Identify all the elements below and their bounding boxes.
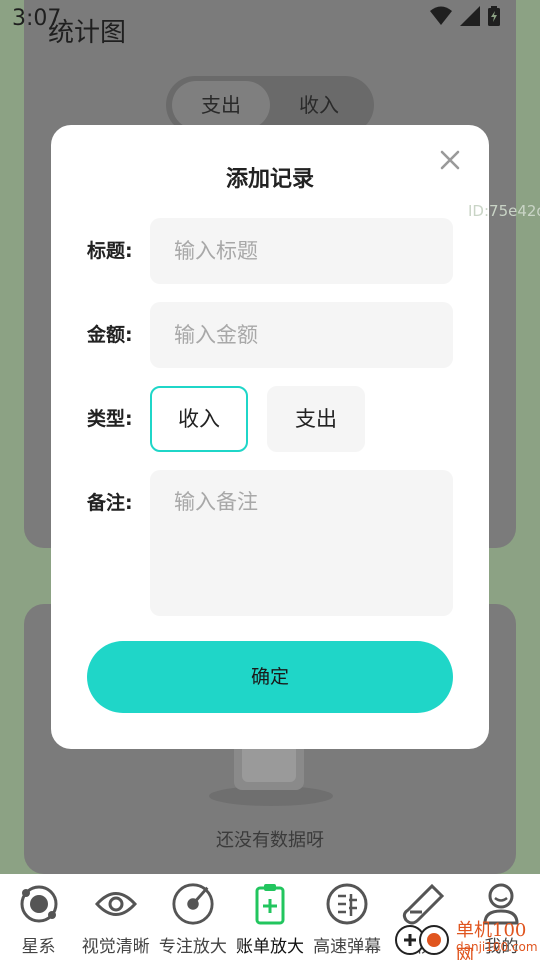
note-input[interactable]: [150, 470, 453, 616]
add-record-dialog: 添加记录 标题: 金额: 类型: 收入 支出 备注: 确定: [51, 125, 489, 749]
type-label: 类型:: [87, 408, 133, 430]
id-tag: ID:75e42d: [468, 202, 540, 220]
dialog-title: 添加记录: [225, 167, 314, 192]
close-icon: [440, 150, 460, 170]
amount-input[interactable]: [150, 302, 453, 368]
confirm-button[interactable]: 确定: [87, 641, 453, 713]
amount-label: 金额:: [87, 324, 133, 346]
type-income-button[interactable]: 收入: [150, 386, 248, 452]
note-label: 备注:: [87, 492, 133, 514]
title-input[interactable]: [150, 218, 453, 284]
type-expense-button[interactable]: 支出: [267, 386, 365, 452]
title-label: 标题:: [87, 240, 133, 262]
close-button[interactable]: [435, 145, 465, 175]
